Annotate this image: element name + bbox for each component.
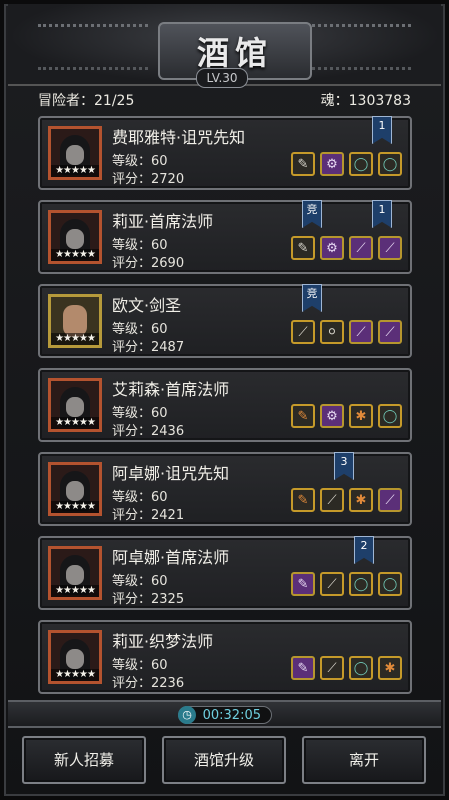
ring-slot-icon[interactable]: ◯ bbox=[378, 572, 402, 596]
equipment-slots: ✎ ⚙ ✱ ◯ bbox=[291, 404, 402, 428]
weapon-slot-icon[interactable]: ✎ bbox=[291, 152, 315, 176]
hero-card[interactable]: ★★★★★ 莉亚·首席法师 等级：60 评分：2690 竞 1 ✎ ⚙ ⟋ ⟋ bbox=[38, 200, 412, 274]
hero-score: 评分：2436 bbox=[112, 424, 185, 439]
leave-button[interactable]: 离开 bbox=[302, 736, 426, 784]
amulet-slot-icon[interactable]: ✱ bbox=[378, 656, 402, 680]
ring-slot-icon[interactable]: ◯ bbox=[349, 656, 373, 680]
star-rating: ★★★★★ bbox=[51, 669, 99, 681]
hero-portrait: ★★★★★ bbox=[48, 378, 102, 432]
hero-level: 等级：60 bbox=[112, 406, 168, 421]
hero-name: 莉亚·首席法师 bbox=[112, 212, 214, 231]
hero-level: 等级：60 bbox=[112, 658, 168, 673]
hero-name: 欧文·剑圣 bbox=[112, 296, 182, 315]
armor-slot-icon[interactable]: ⟋ bbox=[320, 572, 344, 596]
hero-name: 艾莉森·首席法师 bbox=[112, 380, 230, 399]
hero-card[interactable]: ★★★★★ 阿卓娜·诅咒先知 等级：60 评分：2421 3 ✎ ⟋ ✱ ⟋ bbox=[38, 452, 412, 526]
hero-name: 莉亚·织梦法师 bbox=[112, 632, 214, 651]
hero-portrait: ★★★★★ bbox=[48, 630, 102, 684]
arena-banner: 竞 bbox=[302, 284, 322, 312]
equipment-slots: ✎ ⟋ ✱ ⟋ bbox=[291, 488, 402, 512]
recruit-button[interactable]: 新人招募 bbox=[22, 736, 146, 784]
staff-slot-icon[interactable]: ✎ bbox=[291, 572, 315, 596]
hero-portrait: ★★★★★ bbox=[48, 546, 102, 600]
rank-banner: 3 bbox=[334, 452, 354, 480]
hero-level: 等级：60 bbox=[112, 154, 168, 169]
armor-slot-icon[interactable]: ⚙ bbox=[320, 236, 344, 260]
hero-score: 评分：2487 bbox=[112, 340, 185, 355]
ring-slot-icon[interactable]: ◯ bbox=[378, 152, 402, 176]
staff-slot-icon[interactable]: ✎ bbox=[291, 404, 315, 428]
equipment-slots: ⟋ ⚪ ⟋ ⟋ bbox=[291, 320, 402, 344]
staff-slot-icon[interactable]: ✎ bbox=[291, 656, 315, 680]
stats-bar: 冒险者：21/25 魂：1303783 bbox=[38, 90, 411, 110]
claw-slot-icon[interactable]: ⟋ bbox=[378, 320, 402, 344]
armor-slot-icon[interactable]: ⚪ bbox=[320, 320, 344, 344]
ring-slot-icon[interactable]: ◯ bbox=[349, 572, 373, 596]
hero-portrait: ★★★★★ bbox=[48, 126, 102, 180]
hero-card[interactable]: ★★★★★ 阿卓娜·首席法师 等级：60 评分：2325 2 ✎ ⟋ ◯ ◯ bbox=[38, 536, 412, 610]
hero-score: 评分：2325 bbox=[112, 592, 185, 607]
hero-level: 等级：60 bbox=[112, 490, 168, 505]
star-rating: ★★★★★ bbox=[51, 501, 99, 513]
equipment-slots: ✎ ⟋ ◯ ✱ bbox=[291, 656, 402, 680]
armor-slot-icon[interactable]: ⟋ bbox=[320, 488, 344, 512]
claw-slot-icon[interactable]: ⟋ bbox=[349, 320, 373, 344]
claw-slot-icon[interactable]: ⟋ bbox=[378, 488, 402, 512]
hero-score: 评分：2236 bbox=[112, 676, 185, 691]
ring-slot-icon[interactable]: ◯ bbox=[349, 152, 373, 176]
hero-name: 费耶雅特·诅咒先知 bbox=[112, 128, 246, 147]
chain-decoration-right bbox=[301, 24, 411, 70]
hero-level: 等级：60 bbox=[112, 238, 168, 253]
rank-banner: 2 bbox=[354, 536, 374, 564]
claw-slot-icon[interactable]: ⟋ bbox=[378, 236, 402, 260]
hero-card[interactable]: ★★★★★ 欧文·剑圣 等级：60 评分：2487 竞 ⟋ ⚪ ⟋ ⟋ bbox=[38, 284, 412, 358]
hero-score: 评分：2690 bbox=[112, 256, 185, 271]
weapon-slot-icon[interactable]: ⟋ bbox=[291, 320, 315, 344]
clock-icon: ◷ bbox=[178, 706, 196, 724]
rank-banner: 1 bbox=[372, 116, 392, 144]
ring-slot-icon[interactable]: ◯ bbox=[378, 404, 402, 428]
arena-banner: 竞 bbox=[302, 200, 322, 228]
hero-level: 等级：60 bbox=[112, 574, 168, 589]
hero-card[interactable]: ★★★★★ 费耶雅特·诅咒先知 等级：60 评分：2720 1 ✎ ⚙ ◯ ◯ bbox=[38, 116, 412, 190]
weapon-slot-icon[interactable]: ✎ bbox=[291, 236, 315, 260]
hero-level: 等级：60 bbox=[112, 322, 168, 337]
hero-card[interactable]: ★★★★★ 莉亚·织梦法师 等级：60 评分：2236 ✎ ⟋ ◯ ✱ bbox=[38, 620, 412, 694]
chain-decoration-left bbox=[38, 24, 148, 70]
hero-card[interactable]: ★★★★★ 艾莉森·首席法师 等级：60 评分：2436 ✎ ⚙ ✱ ◯ bbox=[38, 368, 412, 442]
equipment-slots: ✎ ⚙ ⟋ ⟋ bbox=[291, 236, 402, 260]
adventurer-count: 冒险者：21/25 bbox=[38, 93, 135, 109]
staff-slot-icon[interactable]: ✎ bbox=[291, 488, 315, 512]
star-rating: ★★★★★ bbox=[51, 333, 99, 345]
armor-slot-icon[interactable]: ⚙ bbox=[320, 404, 344, 428]
hero-score: 评分：2421 bbox=[112, 508, 185, 523]
armor-slot-icon[interactable]: ⚙ bbox=[320, 152, 344, 176]
upgrade-tavern-button[interactable]: 酒馆升级 bbox=[162, 736, 286, 784]
tavern-level-badge: LV.30 bbox=[196, 68, 248, 88]
star-rating: ★★★★★ bbox=[51, 417, 99, 429]
hero-portrait: ★★★★★ bbox=[48, 210, 102, 264]
hero-score: 评分：2720 bbox=[112, 172, 185, 187]
amulet-slot-icon[interactable]: ✱ bbox=[349, 404, 373, 428]
star-rating: ★★★★★ bbox=[51, 249, 99, 261]
hero-name: 阿卓娜·首席法师 bbox=[112, 548, 230, 567]
soul-count: 魂：1303783 bbox=[320, 93, 411, 109]
rank-banner: 1 bbox=[372, 200, 392, 228]
armor-slot-icon[interactable]: ⟋ bbox=[320, 656, 344, 680]
star-rating: ★★★★★ bbox=[51, 585, 99, 597]
amulet-slot-icon[interactable]: ✱ bbox=[349, 488, 373, 512]
hero-portrait: ★★★★★ bbox=[48, 294, 102, 348]
equipment-slots: ✎ ⚙ ◯ ◯ bbox=[291, 152, 402, 176]
star-rating: ★★★★★ bbox=[51, 165, 99, 177]
hero-name: 阿卓娜·诅咒先知 bbox=[112, 464, 230, 483]
hero-portrait: ★★★★★ bbox=[48, 462, 102, 516]
equipment-slots: ✎ ⟋ ◯ ◯ bbox=[291, 572, 402, 596]
claw-slot-icon[interactable]: ⟋ bbox=[349, 236, 373, 260]
